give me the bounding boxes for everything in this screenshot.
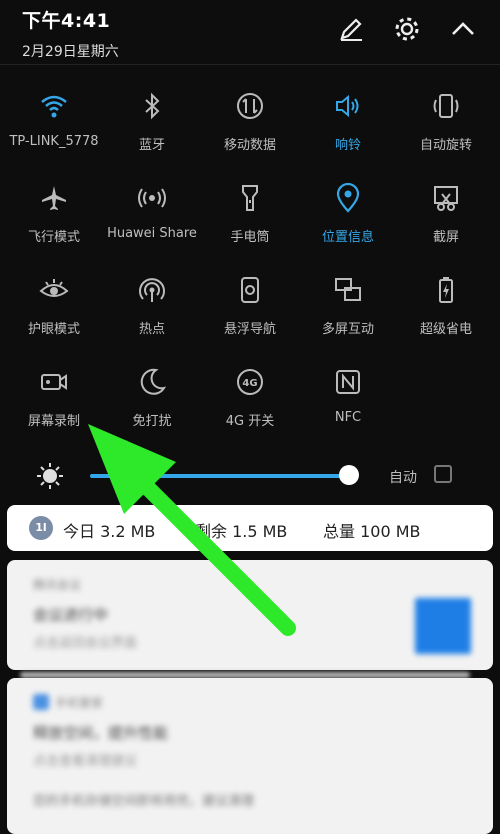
mobile-data-usage-icon: 1l <box>29 516 53 540</box>
clock: 下午4:41 <box>22 10 111 32</box>
brightness-slider[interactable] <box>90 474 350 478</box>
auto-brightness-checkbox[interactable] <box>434 465 452 483</box>
settings-gear-icon[interactable] <box>392 14 422 44</box>
tile-flashlight[interactable]: 手电筒 <box>201 178 299 270</box>
tile-airplane[interactable]: 飞行模式 <box>5 178 103 270</box>
tile-label: 多屏互动 <box>321 322 374 337</box>
tile-label: 自动旋转 <box>419 138 472 153</box>
notification-card[interactable]: 手机管家 释放空间，提升性能 点击查看清理建议 您的手机存储空间即将用完，建议清… <box>7 678 493 834</box>
data-today: 今日 3.2 MB <box>63 522 156 541</box>
tile-sound[interactable]: 响铃 <box>299 86 397 178</box>
tile-multi-screen[interactable]: 多屏互动 <box>299 270 397 362</box>
tile-label: 超级省电 <box>419 322 472 337</box>
tile-label: NFC <box>334 410 362 425</box>
tile-label: 悬浮导航 <box>223 322 276 337</box>
tile-wifi[interactable]: TP-LINK_5778 <box>5 86 103 178</box>
notification-subtitle: 点击查看清理建议 <box>33 754 138 769</box>
screen-record-icon <box>41 374 67 390</box>
tile-nfc[interactable]: NFC <box>299 362 397 454</box>
tile-label: 免打扰 <box>132 414 172 429</box>
svg-text:4G: 4G <box>242 378 257 389</box>
app-icon <box>33 694 49 710</box>
tile-do-not-disturb[interactable]: 免打扰 <box>103 362 201 454</box>
tile-label: 蓝牙 <box>138 138 165 153</box>
date: 2月29日星期六 <box>22 44 119 60</box>
4g-icon: 4G <box>237 369 263 395</box>
data-total: 总量 100 MB <box>323 522 421 541</box>
tile-screen-record[interactable]: 屏幕录制 <box>5 362 103 454</box>
tile-label: 屏幕录制 <box>27 414 80 429</box>
brightness-slider-thumb[interactable] <box>339 465 359 485</box>
tile-label: 截屏 <box>432 230 459 245</box>
notification-subtitle: 点击返回会议界面 <box>33 636 138 651</box>
tile-screenshot[interactable]: 截屏 <box>397 178 495 270</box>
huawei-share-icon <box>138 188 166 208</box>
notification-extra-text: 您的手机存储空间即将用完，建议清理 <box>33 794 255 809</box>
location-icon <box>336 182 360 213</box>
tile-floating-nav[interactable]: 悬浮导航 <box>201 270 299 362</box>
auto-brightness-label: 自动 <box>389 470 417 486</box>
brightness-sun-icon <box>37 463 63 489</box>
tile-label: 4G 开关 <box>225 414 275 429</box>
multi-screen-icon <box>335 278 361 301</box>
tile-huawei-share[interactable]: Huawei Share <box>103 178 201 270</box>
tile-eye-comfort[interactable]: 护眼模式 <box>5 270 103 362</box>
tile-mobile-data[interactable]: 移动数据 <box>201 86 299 178</box>
data-remaining: 剩余 1.5 MB <box>195 522 288 541</box>
tile-auto-rotate[interactable]: 自动旋转 <box>397 86 495 178</box>
edit-icon[interactable] <box>336 14 366 44</box>
tile-label: 热点 <box>138 322 165 337</box>
collapse-chevron-icon[interactable] <box>448 14 478 44</box>
airplane-icon <box>42 186 66 210</box>
tile-label: 飞行模式 <box>27 230 80 245</box>
do-not-disturb-icon <box>140 368 167 395</box>
notification-app-name: 手机管家 <box>55 696 104 710</box>
quick-settings-grid: TP-LINK_5778 蓝牙 移动数据 响铃 自动旋转 飞行模式 Huawei… <box>5 86 495 454</box>
mobile-data-icon <box>237 93 263 119</box>
auto-rotate-icon <box>433 94 459 118</box>
hotspot-icon <box>139 278 165 302</box>
tile-label: 护眼模式 <box>27 322 80 337</box>
tile-label: 响铃 <box>334 138 361 153</box>
tile-label: 手电筒 <box>230 230 270 245</box>
tile-location[interactable]: 位置信息 <box>299 178 397 270</box>
bluetooth-icon <box>145 92 160 120</box>
tile-4g[interactable]: 4G 4G 开关 <box>201 362 299 454</box>
tile-label: Huawei Share <box>107 226 197 241</box>
divider <box>0 64 500 65</box>
notification-title: 释放空间，提升性能 <box>33 724 169 742</box>
header-actions <box>336 14 478 44</box>
floating-nav-icon <box>241 277 259 303</box>
tile-ultra-power-saving[interactable]: 超级省电 <box>397 270 495 362</box>
status-bar: 下午4:41 2月29日星期六 <box>22 6 119 61</box>
tile-bluetooth[interactable]: 蓝牙 <box>103 86 201 178</box>
tile-label: TP-LINK_5778 <box>9 134 99 149</box>
data-usage-card[interactable]: 1l 今日 3.2 MB 剩余 1.5 MB 总量 100 MB <box>7 505 493 551</box>
tile-label: 移动数据 <box>223 138 276 153</box>
wifi-icon <box>41 95 67 118</box>
ultra-power-saving-icon <box>439 277 453 303</box>
tile-hotspot[interactable]: 热点 <box>103 270 201 362</box>
notification-title: 会议进行中 <box>33 606 109 624</box>
notification-app-name: 腾讯会议 <box>33 578 82 592</box>
nfc-icon <box>336 370 360 394</box>
screenshot-icon <box>434 186 458 211</box>
tile-label: 位置信息 <box>321 230 374 245</box>
notification-card[interactable]: 腾讯会议 会议进行中 点击返回会议界面 <box>7 560 493 670</box>
sound-icon <box>336 94 359 118</box>
eye-comfort-icon <box>39 279 69 297</box>
notification-thumbnail <box>415 598 471 654</box>
flashlight-icon <box>242 185 258 211</box>
brightness-row: 自动 <box>0 456 500 496</box>
